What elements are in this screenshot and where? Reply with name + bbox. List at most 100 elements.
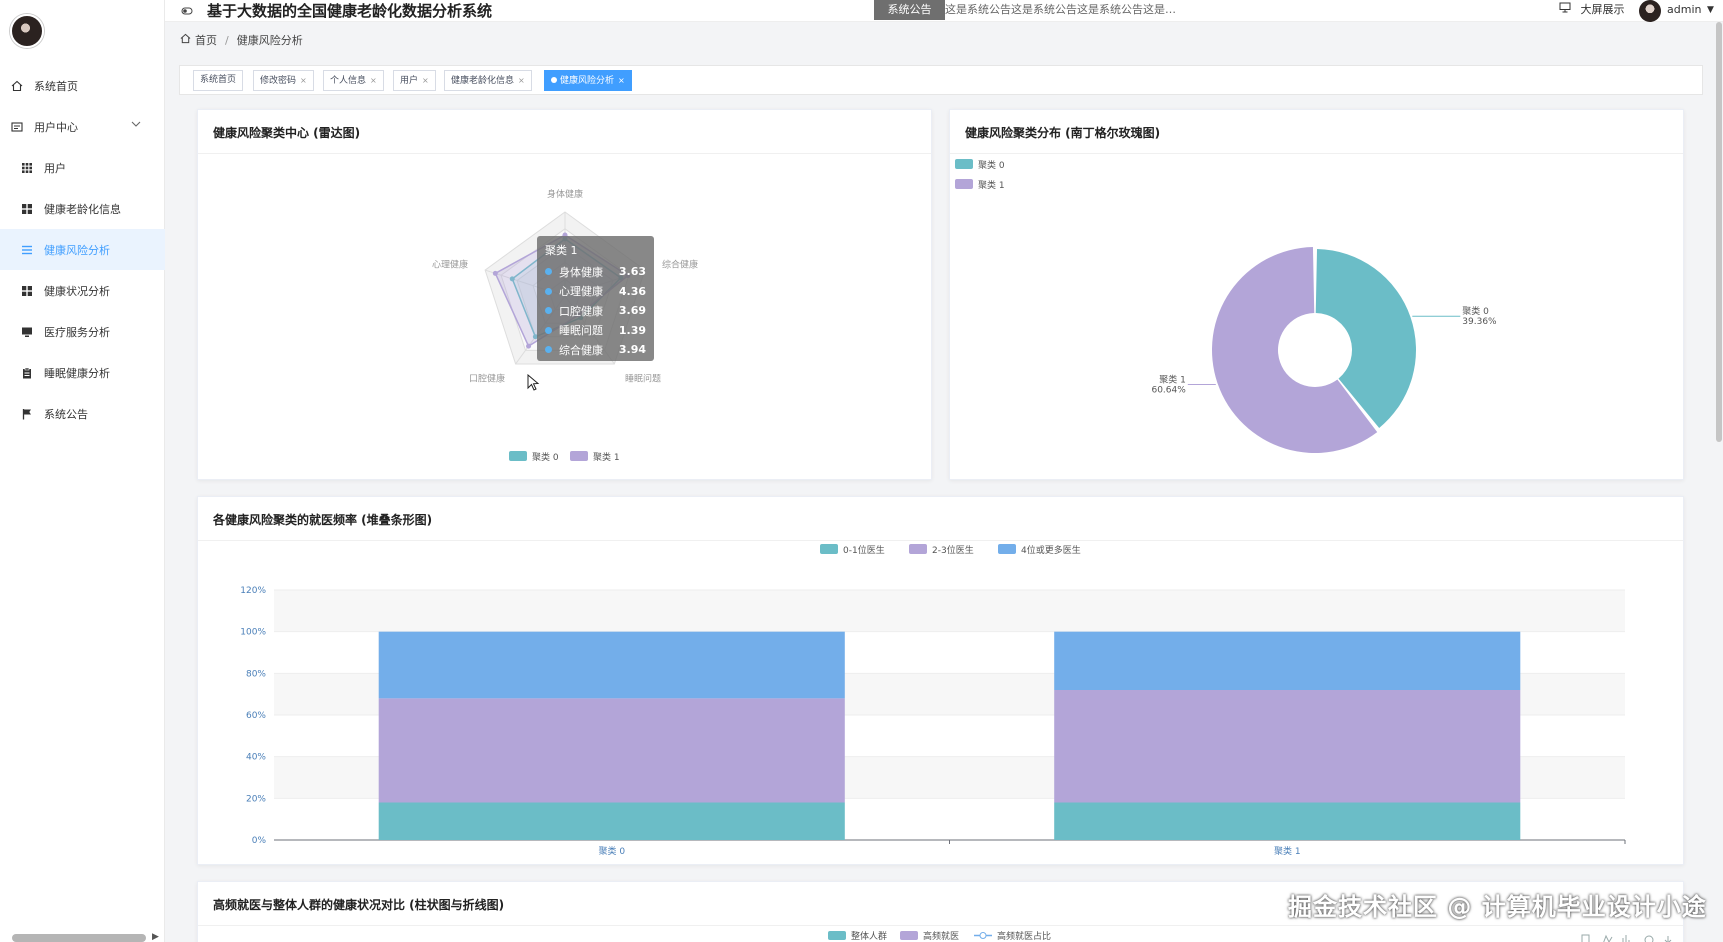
app-root: 系统首页 用户中心 用户 健康老龄化信息 健康风险分析 健康状况分析 医疗服务分… — [0, 0, 1723, 942]
toolbox-line-icon[interactable] — [1603, 934, 1613, 942]
sidebar-item-label: 系统首页 — [34, 79, 78, 93]
sidebar-item-aging-info[interactable]: 健康老龄化信息 — [0, 188, 165, 229]
legend-swatch[interactable] — [909, 544, 927, 554]
pie-label-name: 聚类 1 — [1159, 373, 1186, 385]
tags-view-bar: 系统首页 修改密码 × 个人信息 × 用户 × 健康老龄化信息 × 健康风险分析 × — [179, 65, 1703, 95]
notice-marquee: 这是系统公告这是系统公告这是系统公告这是… — [945, 3, 1176, 16]
rose-chart: 聚类 0聚类 1聚类 039.36%聚类 160.64% — [955, 159, 1497, 453]
legend-swatch[interactable] — [570, 451, 588, 461]
legend-label[interactable]: 聚类 0 — [532, 451, 559, 463]
home-icon — [10, 79, 24, 93]
tab-users[interactable]: 用户 × — [393, 70, 436, 91]
sidebar-item-home[interactable]: 系统首页 — [0, 65, 165, 106]
radar-tooltip: 聚类 1 身体健康 3.63 心理健康 4.36 口腔健康 3.69 睡眠问题 1.39… — [537, 236, 654, 361]
user-avatar[interactable] — [1639, 0, 1661, 22]
legend-swatch[interactable] — [998, 544, 1016, 554]
stacked-bar-segment[interactable] — [378, 802, 845, 841]
tooltip-value: 3.94 — [618, 343, 646, 357]
y-tick-label: 80% — [246, 669, 266, 679]
legend-label[interactable]: 0-1位医生 — [843, 544, 885, 556]
close-icon[interactable]: × — [300, 76, 307, 85]
user-name[interactable]: admin — [1667, 0, 1701, 20]
radar-indicator-label: 口腔健康 — [469, 373, 505, 385]
apps-icon — [20, 284, 34, 298]
sidebar-item-risk-analysis[interactable]: 健康风险分析 — [0, 229, 165, 270]
radar-indicator-label: 睡眠问题 — [625, 373, 661, 385]
stacked-bar-segment[interactable] — [1054, 690, 1521, 803]
close-icon[interactable]: × — [618, 76, 625, 85]
tab-label: 系统首页 — [200, 75, 237, 85]
list-icon — [20, 243, 34, 257]
toolbox-download-icon[interactable] — [1664, 936, 1672, 942]
apps-icon — [20, 202, 34, 216]
sidebar-item-label: 健康状况分析 — [44, 284, 110, 298]
tooltip-label: 综合健康 — [559, 343, 603, 357]
bigscreen-link[interactable]: 大屏展示 — [1559, 0, 1625, 20]
stacked-bar-segment[interactable] — [1054, 802, 1521, 841]
x-tick-label: 聚类 1 — [1274, 845, 1301, 857]
close-icon[interactable]: × — [518, 76, 525, 85]
tooltip-value: 1.39 — [618, 323, 646, 337]
series-marker — [545, 268, 552, 275]
tab-label: 用户 — [400, 76, 419, 86]
sidebar-item-medical-service[interactable]: 医疗服务分析 — [0, 311, 165, 352]
sidebar-item-health-status[interactable]: 健康状况分析 — [0, 270, 165, 311]
id-card-icon — [10, 120, 24, 134]
breadcrumb: 首页 / 健康风险分析 — [180, 32, 303, 48]
legend-swatch[interactable] — [955, 179, 973, 189]
tab-change-password[interactable]: 修改密码 × — [253, 70, 314, 91]
tab-profile[interactable]: 个人信息 × — [323, 70, 384, 91]
legend-label: 高频就医 — [923, 930, 959, 942]
y-tick-label: 40% — [246, 753, 266, 763]
radar-point[interactable] — [492, 270, 498, 276]
tab-home[interactable]: 系统首页 — [193, 70, 244, 91]
tab-risk-analysis[interactable]: 健康风险分析 × — [544, 70, 632, 91]
radar-indicator-label: 心理健康 — [432, 258, 468, 270]
sidebar-toggle-icon[interactable] — [181, 5, 193, 17]
pie-label-percent: 39.36% — [1462, 317, 1497, 327]
legend-label[interactable]: 聚类 1 — [978, 179, 1005, 191]
sidebar-item-sleep-health[interactable]: 睡眠健康分析 — [0, 352, 165, 393]
legend-swatch[interactable] — [955, 159, 973, 169]
legend-label[interactable]: 4位或更多医生 — [1021, 544, 1081, 556]
logo-avatar — [10, 14, 44, 48]
close-icon[interactable]: × — [370, 76, 377, 85]
monitor-icon — [20, 325, 34, 339]
caret-down-icon[interactable]: ▼ — [1707, 0, 1714, 20]
legend-label[interactable]: 2-3位医生 — [932, 544, 974, 556]
tab-aging-info[interactable]: 健康老龄化信息 × — [444, 70, 532, 91]
close-icon[interactable]: × — [422, 76, 429, 85]
legend-label[interactable]: 聚类 0 — [978, 159, 1005, 171]
radar-point[interactable] — [526, 343, 532, 349]
stacked-bar-segment[interactable] — [378, 698, 845, 803]
breadcrumb-home[interactable]: 首页 — [195, 32, 217, 48]
legend-swatch — [900, 931, 918, 940]
stacked-bar-segment[interactable] — [378, 631, 845, 699]
legend-swatch[interactable] — [509, 451, 527, 461]
toolbox-restore-icon[interactable] — [1644, 935, 1654, 942]
y-tick-label: 100% — [240, 628, 266, 638]
sidebar-item-user-center[interactable]: 用户中心 — [0, 106, 165, 147]
toolbox-data-view-icon[interactable] — [1581, 934, 1590, 942]
stacked-bar-segment[interactable] — [1054, 631, 1521, 690]
scroll-right-icon[interactable]: ▶ — [152, 932, 159, 942]
horizontal-scrollbar[interactable] — [12, 934, 146, 942]
tooltip-label: 睡眠问题 — [559, 324, 603, 338]
toolbox-bar-icon[interactable] — [1622, 935, 1630, 942]
stacked-bar-chart: 0-1位医生 2-3位医生 4位或更多医生 0% 20% 40% 60% 80% 100% 120… — [240, 544, 1626, 857]
sidebar-item-users[interactable]: 用户 — [0, 147, 165, 188]
y-tick-label: 120% — [240, 586, 266, 596]
legend-swatch[interactable] — [820, 544, 838, 554]
stacked-bar-card: 各健康风险聚类的就医频率 (堆叠条形图) 0-1位医生 2-3位医生 4位或更多医生… — [197, 496, 1684, 865]
sidebar-item-label: 用户中心 — [34, 120, 78, 134]
vertical-scrollbar[interactable] — [1716, 22, 1722, 442]
notice-badge: 系统公告 — [874, 0, 945, 20]
legend-label[interactable]: 聚类 1 — [593, 451, 620, 463]
sidebar-item-announcement[interactable]: 系统公告 — [0, 393, 165, 434]
tab-label: 健康老龄化信息 — [451, 76, 515, 86]
tooltip-value: 4.36 — [618, 284, 646, 298]
series-marker — [545, 307, 552, 314]
sidebar-item-label: 医疗服务分析 — [44, 325, 110, 339]
tab-label: 个人信息 — [330, 76, 367, 86]
rose-card: 健康风险聚类分布 (南丁格尔玫瑰图) 聚类 0 聚类 1 聚类 0 39.36% 聚类 … — [949, 109, 1684, 480]
